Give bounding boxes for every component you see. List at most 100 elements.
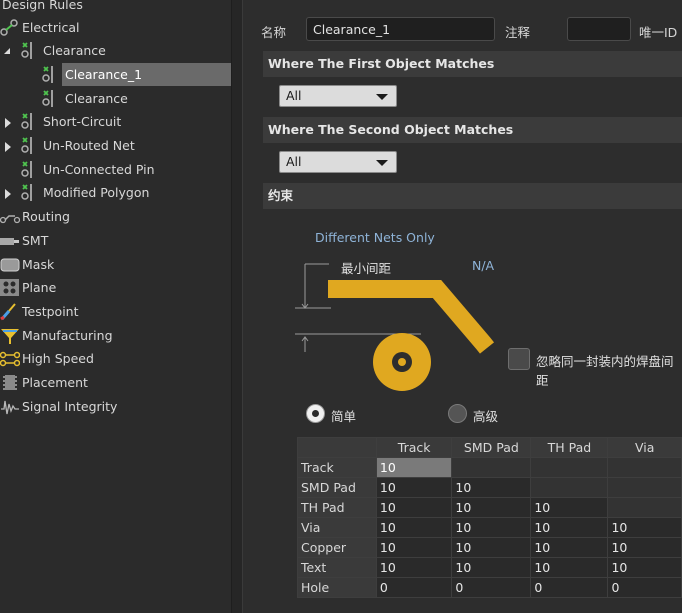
matrix-cell[interactable]: 10 [375, 477, 453, 498]
matrix-cell[interactable]: 10 [530, 557, 609, 578]
matrix-cell [607, 477, 682, 498]
matrix-header-row: Track SMD Pad TH Pad Via [297, 437, 682, 458]
tree-item-label: Modified Polygon [43, 185, 150, 200]
matrix-row-header: Track [297, 457, 377, 478]
tree-item-label: Placement [22, 375, 88, 390]
clearance-rule-icon [41, 65, 59, 84]
rule-name-input[interactable] [306, 17, 495, 41]
first-object-select[interactable]: All [279, 85, 397, 107]
matrix-cell[interactable]: 10 [451, 497, 532, 518]
tree-item-electrical[interactable]: Electrical [0, 16, 231, 39]
matrix-row: Copper 10 10 10 10 [297, 537, 682, 558]
tree-item-modified-polygon[interactable]: Modified Polygon [0, 181, 231, 204]
matrix-cell [530, 457, 609, 478]
chevron-down-icon [376, 160, 388, 166]
splitter[interactable] [231, 0, 243, 613]
tree-item-short-circuit[interactable]: Short-Circuit [0, 110, 231, 133]
name-label: 名称 [261, 25, 287, 40]
tree-item-label: High Speed [22, 351, 94, 366]
manufacturing-icon [0, 326, 20, 345]
tree-item-clearance-default[interactable]: Clearance [0, 87, 231, 110]
tree-item-label: SMT [22, 233, 49, 248]
matrix-cell[interactable]: 10 [375, 517, 453, 538]
matrix-column-header: Via [607, 437, 682, 458]
matrix-row-header: Copper [297, 537, 377, 558]
tree-item-testpoint[interactable]: Testpoint [0, 300, 231, 323]
matrix-cell [607, 457, 682, 478]
tree-item-routing[interactable]: Routing [0, 205, 231, 228]
tree-item-unrouted-net[interactable]: Un-Routed Net [0, 134, 231, 157]
matrix-cell[interactable]: 10 [530, 497, 609, 518]
matrix-row-header: Hole [297, 577, 377, 598]
high-speed-icon [0, 349, 21, 368]
advanced-mode-label: 高级 [473, 409, 499, 424]
tree-item-label: Testpoint [22, 304, 79, 319]
mask-icon [0, 255, 20, 274]
unique-id-label: 唯一ID [639, 25, 678, 40]
matrix-cell[interactable]: 10 [451, 557, 532, 578]
min-clearance-label: 最小间距 [341, 261, 392, 276]
simple-mode-radio[interactable] [306, 404, 325, 423]
tree-item-placement[interactable]: Placement [0, 371, 231, 394]
tree-item-label: Plane [22, 280, 57, 295]
matrix-cell[interactable]: 10 [451, 477, 532, 498]
matrix-cell[interactable]: 10 [375, 537, 453, 558]
tree-item-label: Routing [22, 209, 70, 224]
tree-item-manufacturing[interactable]: Manufacturing [0, 324, 231, 347]
tree-item-high-speed[interactable]: High Speed [0, 347, 231, 370]
second-object-header: Where The Second Object Matches [263, 117, 682, 143]
tree-item-clearance[interactable]: Clearance [0, 39, 231, 62]
placement-icon [0, 373, 20, 392]
matrix-cell[interactable]: 10 [530, 537, 609, 558]
matrix-cell[interactable]: 10 [375, 557, 453, 578]
matrix-cell[interactable]: 10 [451, 537, 532, 558]
second-object-select[interactable]: All [279, 151, 397, 173]
matrix-column-header: SMD Pad [451, 437, 532, 458]
matrix-cell[interactable]: 10 [607, 557, 682, 578]
smt-icon [0, 231, 20, 250]
collapsed-arrow-icon[interactable] [5, 189, 11, 199]
net-scope-label[interactable]: Different Nets Only [315, 230, 435, 245]
tree-item-unconnected-pin[interactable]: Un-Connected Pin [0, 158, 231, 181]
matrix-cell[interactable]: 0 [375, 577, 453, 598]
plane-icon [0, 278, 20, 297]
matrix-cell[interactable]: 10 [375, 457, 453, 478]
matrix-cell[interactable]: 0 [530, 577, 609, 598]
matrix-cell[interactable]: 10 [607, 517, 682, 538]
tree-item-clearance-1[interactable]: Clearance_1 [62, 63, 231, 86]
matrix-row-header: SMD Pad [297, 477, 377, 498]
tree-item-smt[interactable]: SMT [0, 229, 231, 252]
min-clearance-value[interactable]: N/A [472, 258, 494, 273]
tree-item-plane[interactable]: Plane [0, 276, 231, 299]
matrix-cell[interactable]: 10 [375, 497, 453, 518]
signal-integrity-icon [0, 397, 20, 416]
tree-item-label: Clearance_1 [65, 67, 143, 82]
advanced-mode-radio[interactable] [448, 404, 467, 423]
matrix-cell[interactable]: 10 [530, 517, 609, 538]
tree-item-mask[interactable]: Mask [0, 253, 231, 276]
tree-root-label: Design Rules [2, 0, 83, 12]
matrix-row-header: Text [297, 557, 377, 578]
tree-item-signal-integrity[interactable]: Signal Integrity [0, 395, 231, 418]
collapsed-arrow-icon[interactable] [5, 118, 11, 128]
ignore-pads-checkbox[interactable] [508, 348, 530, 370]
matrix-cell[interactable]: 0 [451, 577, 532, 598]
matrix-row: SMD Pad 10 10 [297, 477, 682, 498]
expanded-arrow-icon[interactable] [4, 48, 10, 54]
collapsed-arrow-icon[interactable] [5, 142, 11, 152]
tree-item-label: Clearance [65, 91, 128, 106]
rule-comment-input[interactable] [567, 17, 631, 41]
tree-item-label: Un-Routed Net [43, 138, 135, 153]
matrix-cell[interactable]: 10 [451, 517, 532, 538]
matrix-row: TH Pad 10 10 10 [297, 497, 682, 518]
clearance-diagram [295, 263, 495, 391]
first-object-select-value: All [286, 88, 302, 103]
simple-mode-label: 简单 [331, 409, 357, 424]
clearance-matrix: Track SMD Pad TH Pad Via Track 10 SMD Pa… [297, 437, 682, 598]
matrix-cell[interactable]: 0 [607, 577, 682, 598]
tree-root[interactable]: Design Rules [0, 0, 231, 16]
matrix-column-header: TH Pad [530, 437, 609, 458]
tree-item-label: Electrical [22, 20, 80, 35]
tree-item-label: Clearance [43, 43, 106, 58]
matrix-cell[interactable]: 10 [607, 537, 682, 558]
